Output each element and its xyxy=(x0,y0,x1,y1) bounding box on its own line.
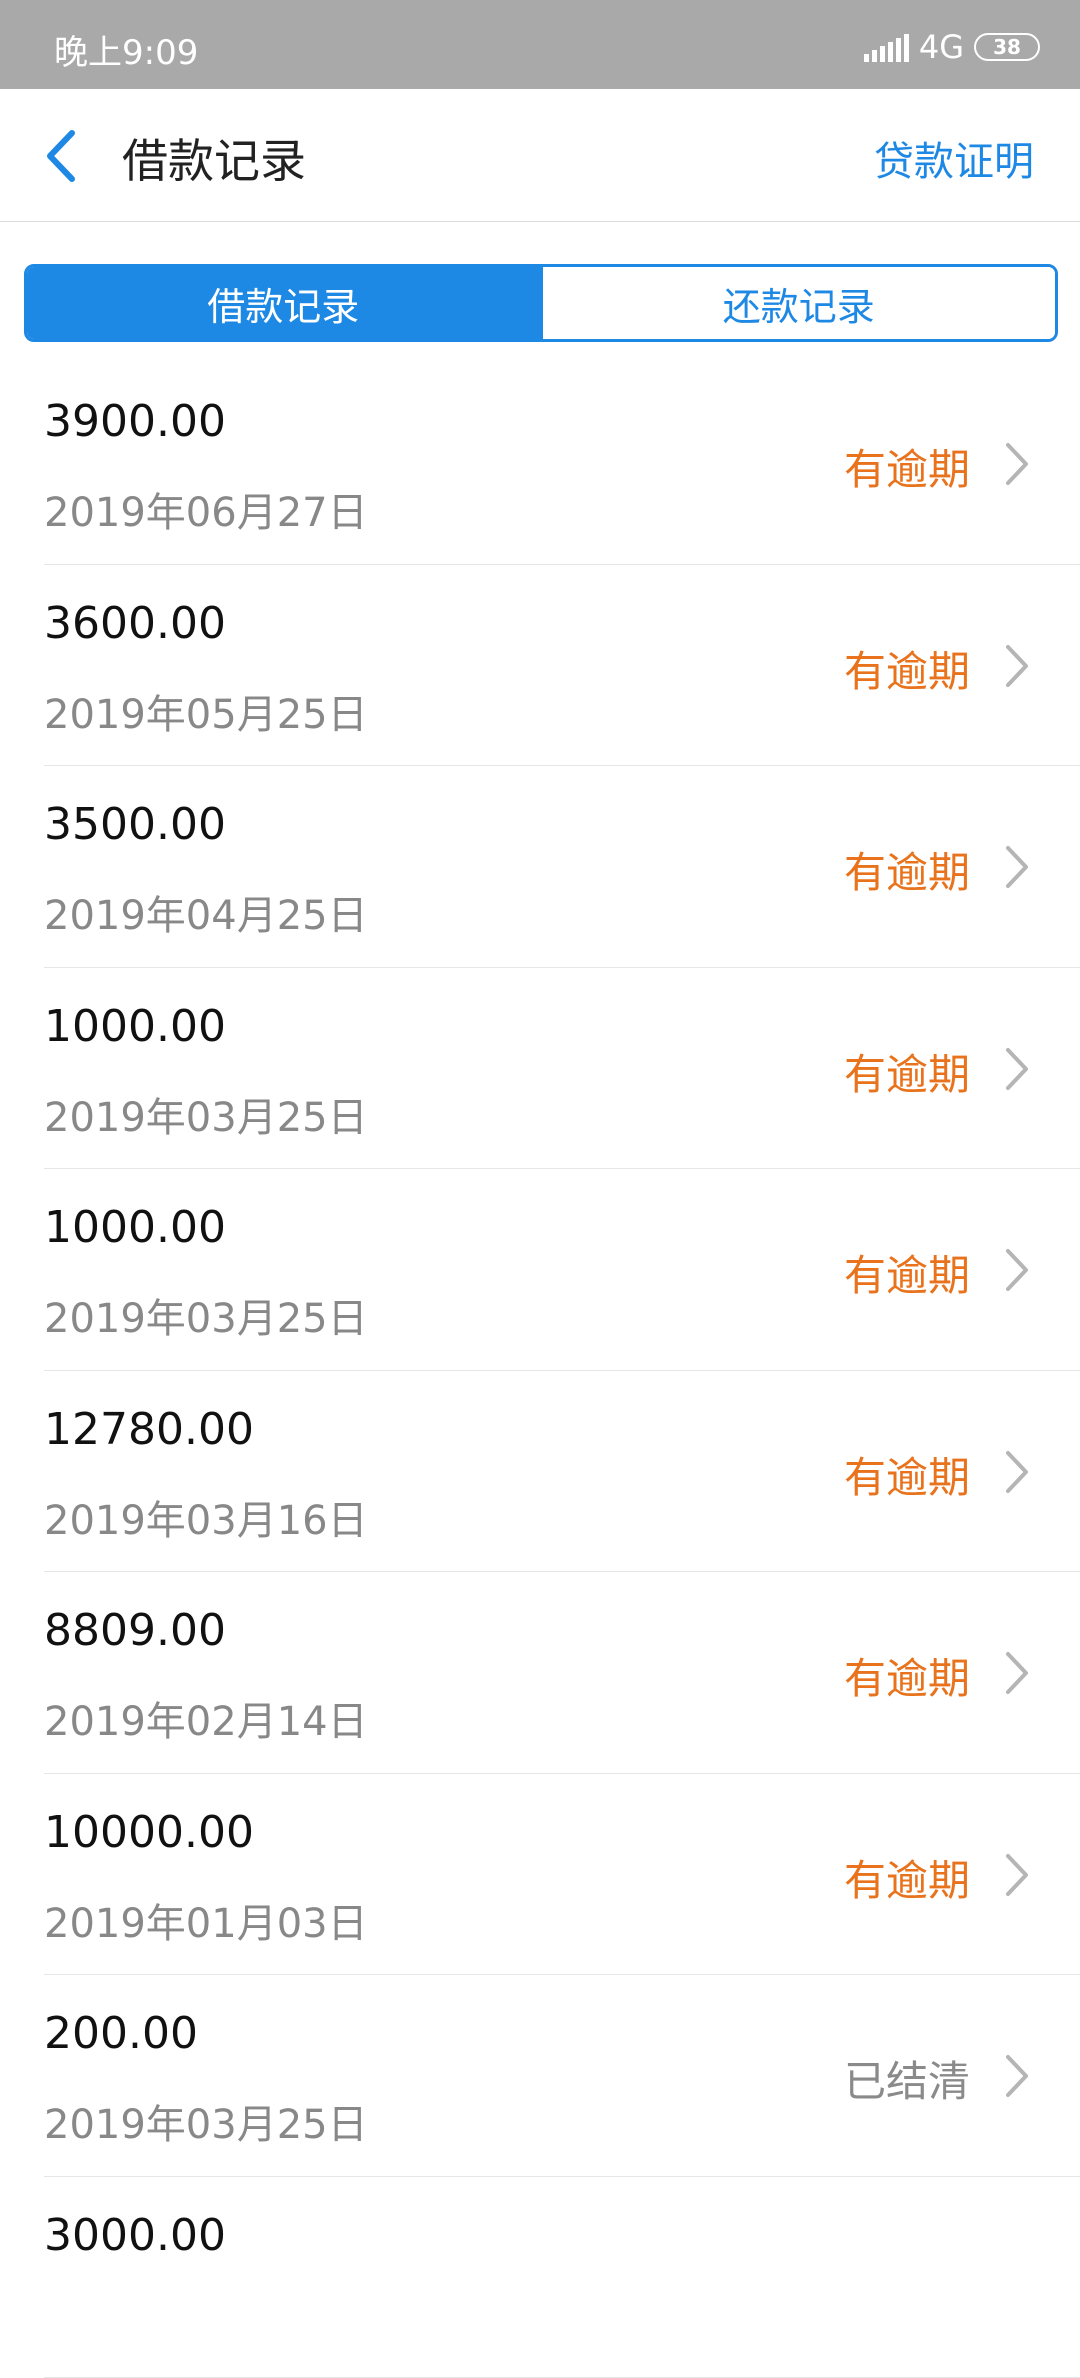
record-status: 有逾期 xyxy=(844,436,970,497)
record-date: 2019年05月25日 xyxy=(44,682,368,740)
record-date: 2019年03月25日 xyxy=(44,1085,368,1143)
chevron-right-icon xyxy=(1004,1650,1030,1696)
record-list: 3900.002019年06月27日有逾期3600.002019年05月25日有… xyxy=(0,363,1080,2378)
record-date: 2019年03月25日 xyxy=(44,1286,368,1344)
loan-certificate-button[interactable]: 贷款证明 xyxy=(874,129,1034,187)
record-date: 2019年06月27日 xyxy=(44,480,368,538)
nav-bar: 借款记录 贷款证明 xyxy=(0,89,1080,222)
record-amount: 3000.00 xyxy=(44,2210,226,2261)
record-row[interactable]: 3000.00 xyxy=(0,2177,1080,2378)
battery-level: 38 xyxy=(993,35,1021,59)
record-status: 有逾期 xyxy=(844,1242,970,1303)
record-type-tabs: 借款记录 还款记录 xyxy=(24,264,1058,342)
chevron-right-icon xyxy=(1004,643,1030,689)
record-row[interactable]: 3900.00 2019年06月27日 有逾期 xyxy=(0,363,1080,565)
back-arrow-icon[interactable] xyxy=(38,127,84,185)
chevron-right-icon xyxy=(1004,441,1030,487)
record-row[interactable]: 8809.00 2019年02月14日 有逾期 xyxy=(0,1572,1080,1774)
record-status: 已结清 xyxy=(844,2048,970,2109)
battery-icon: 38 xyxy=(974,33,1040,61)
record-amount: 10000.00 xyxy=(44,1807,254,1858)
record-row[interactable]: 10000.00 2019年01月03日 有逾期 xyxy=(0,1774,1080,1976)
record-row[interactable]: 3600.00 2019年05月25日 有逾期 xyxy=(0,565,1080,767)
record-amount: 1000.00 xyxy=(44,1001,226,1052)
record-status: 有逾期 xyxy=(844,1645,970,1706)
record-amount: 3900.00 xyxy=(44,396,226,447)
status-bar: 晚上9:09 4G 38 xyxy=(0,0,1080,89)
record-row[interactable]: 12780.00 2019年03月16日 有逾期 xyxy=(0,1371,1080,1573)
record-date: 2019年02月14日 xyxy=(44,1689,368,1747)
record-row[interactable]: 1000.00 2019年03月25日 有逾期 xyxy=(0,1169,1080,1371)
signal-icon xyxy=(864,32,909,62)
chevron-right-icon xyxy=(1004,1852,1030,1898)
tab-borrow-records[interactable]: 借款记录 xyxy=(27,267,540,339)
record-amount: 1000.00 xyxy=(44,1202,226,1253)
chevron-right-icon xyxy=(1004,1046,1030,1092)
chevron-right-icon xyxy=(1004,1449,1030,1495)
status-time: 晚上9:09 xyxy=(54,25,198,74)
record-amount: 12780.00 xyxy=(44,1404,254,1455)
tab-repay-records[interactable]: 还款记录 xyxy=(540,267,1056,339)
record-status: 有逾期 xyxy=(844,638,970,699)
network-label: 4G xyxy=(919,28,964,66)
record-date: 2019年03月16日 xyxy=(44,1488,368,1546)
record-amount: 8809.00 xyxy=(44,1605,226,1656)
record-date: 2019年04月25日 xyxy=(44,883,368,941)
record-date: 2019年03月25日 xyxy=(44,2092,368,2150)
chevron-right-icon xyxy=(1004,1247,1030,1293)
record-date: 2019年01月03日 xyxy=(44,1891,368,1949)
chevron-right-icon xyxy=(1004,2053,1030,2099)
status-icons: 4G 38 xyxy=(864,28,1040,66)
page-title: 借款记录 xyxy=(122,125,306,191)
record-amount: 3600.00 xyxy=(44,598,226,649)
record-status: 有逾期 xyxy=(844,1444,970,1505)
record-status: 有逾期 xyxy=(844,839,970,900)
record-row[interactable]: 3500.00 2019年04月25日 有逾期 xyxy=(0,766,1080,968)
record-row[interactable]: 200.00 2019年03月25日 已结清 xyxy=(0,1975,1080,2177)
record-amount: 200.00 xyxy=(44,2008,198,2059)
record-row[interactable]: 1000.00 2019年03月25日 有逾期 xyxy=(0,968,1080,1170)
record-status: 有逾期 xyxy=(844,1847,970,1908)
record-amount: 3500.00 xyxy=(44,799,226,850)
record-status: 有逾期 xyxy=(844,1041,970,1102)
chevron-right-icon xyxy=(1004,844,1030,890)
